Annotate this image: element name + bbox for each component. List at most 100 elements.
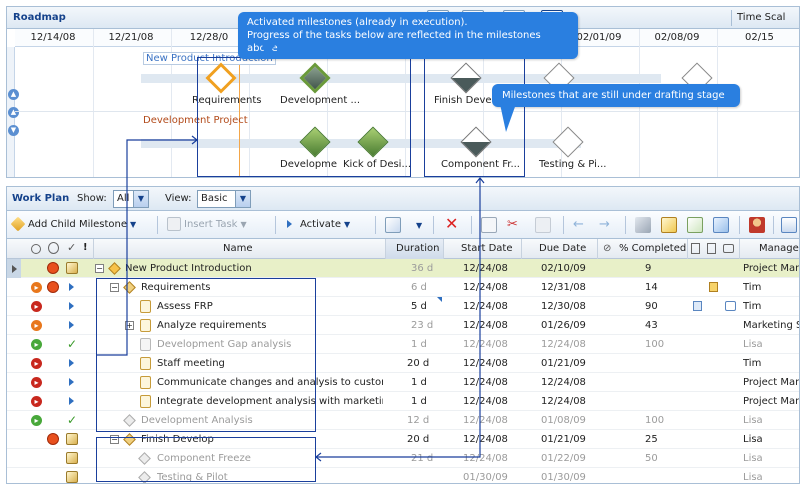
- percent-cell[interactable]: 9: [645, 263, 651, 274]
- column-due-date[interactable]: Due Date: [539, 243, 586, 254]
- start-date-cell[interactable]: 12/24/08: [463, 301, 508, 312]
- outdent-icon[interactable]: ←: [573, 217, 589, 233]
- assign-resource-icon[interactable]: [749, 217, 765, 233]
- task-name[interactable]: New Product Introduction: [125, 263, 252, 274]
- percent-cell[interactable]: 100: [645, 415, 664, 426]
- manager-cell[interactable]: Project Mana: [743, 377, 799, 388]
- start-date-cell[interactable]: 12/24/08: [463, 434, 508, 445]
- priority-column-icon[interactable]: !: [83, 242, 88, 253]
- add-attachment-icon[interactable]: [687, 217, 703, 233]
- due-date-cell[interactable]: 01/08/09: [541, 415, 586, 426]
- duration-cell[interactable]: 36 d: [411, 263, 433, 274]
- insert-task-button[interactable]: Insert Task ▼: [167, 216, 247, 234]
- document-column-icon[interactable]: [691, 243, 700, 254]
- add-comment-icon[interactable]: [713, 217, 729, 233]
- milestone-testing-icon[interactable]: [552, 126, 584, 158]
- percent-cell[interactable]: 25: [645, 434, 658, 445]
- due-date-cell[interactable]: 12/24/08: [541, 339, 586, 350]
- start-date-cell[interactable]: 12/24/08: [463, 339, 508, 350]
- status-column-icon[interactable]: [31, 244, 41, 254]
- activate-button[interactable]: Activate ▼: [287, 216, 350, 234]
- duration-cell[interactable]: 12 d: [407, 415, 429, 426]
- manager-cell[interactable]: Project Mana: [743, 263, 799, 274]
- due-date-cell[interactable]: 01/21/09: [541, 358, 586, 369]
- assign-icon[interactable]: [385, 217, 401, 233]
- column-start-date[interactable]: Start Date: [461, 243, 513, 254]
- duration-cell[interactable]: 21 d: [411, 453, 433, 464]
- manager-cell[interactable]: Lisa: [743, 415, 763, 426]
- due-date-cell[interactable]: 12/30/08: [541, 301, 586, 312]
- due-date-cell[interactable]: 01/30/09: [541, 472, 586, 483]
- cut-icon[interactable]: ✂: [507, 217, 523, 233]
- paste-icon[interactable]: [535, 217, 551, 233]
- start-date-cell[interactable]: 12/24/08: [463, 282, 508, 293]
- duration-cell[interactable]: 6 d: [411, 282, 427, 293]
- start-date-cell[interactable]: 12/24/08: [463, 358, 508, 369]
- calendar-icon[interactable]: [781, 217, 797, 233]
- due-date-cell[interactable]: 12/24/08: [541, 377, 586, 388]
- indent-icon[interactable]: →: [599, 217, 615, 233]
- start-date-cell[interactable]: 12/24/08: [463, 415, 508, 426]
- percent-cell[interactable]: 14: [645, 282, 658, 293]
- start-date-cell[interactable]: 12/24/08: [463, 263, 508, 274]
- row-selector[interactable]: [7, 259, 21, 278]
- duration-cell[interactable]: 23 d: [411, 320, 433, 331]
- document-icon[interactable]: [693, 301, 702, 311]
- add-child-milestone-button[interactable]: Add Child Milestone ▼: [10, 216, 136, 234]
- due-date-cell[interactable]: 01/21/09: [541, 434, 586, 445]
- note-column-icon[interactable]: [707, 243, 716, 254]
- show-select[interactable]: All ▼: [113, 190, 149, 208]
- manager-cell[interactable]: Lisa: [743, 434, 763, 445]
- column-manager[interactable]: Manager: [759, 243, 799, 254]
- column-name[interactable]: Name: [223, 243, 253, 254]
- comment-icon[interactable]: [725, 301, 736, 311]
- manager-cell[interactable]: Marketing St: [743, 320, 799, 331]
- due-date-cell[interactable]: 12/24/08: [541, 396, 586, 407]
- time-scale-label[interactable]: Time Scal: [737, 12, 785, 23]
- due-date-cell[interactable]: 12/31/08: [541, 282, 586, 293]
- duration-cell[interactable]: 20 d: [407, 434, 429, 445]
- duration-cell[interactable]: 1 d: [411, 396, 427, 407]
- manager-cell[interactable]: Lisa: [743, 453, 763, 464]
- start-date-cell[interactable]: 12/24/08: [463, 396, 508, 407]
- duration-cell[interactable]: 20 d: [407, 358, 429, 369]
- manager-cell[interactable]: Tim: [743, 282, 761, 293]
- manager-cell[interactable]: Lisa: [743, 339, 763, 350]
- chevron-down-icon[interactable]: ▼: [133, 191, 148, 207]
- manager-cell[interactable]: Tim: [743, 358, 761, 369]
- table-row[interactable]: − New Product Introduction 36 d 12/24/08…: [7, 259, 799, 278]
- link-icon[interactable]: [635, 217, 651, 233]
- manager-cell[interactable]: Tim: [743, 301, 761, 312]
- paperclip-icon[interactable]: ⊘: [603, 243, 611, 254]
- collapse-icon[interactable]: −: [95, 264, 104, 273]
- chevron-down-icon[interactable]: ▼: [416, 221, 422, 230]
- collapse-icon[interactable]: ▲: [8, 107, 19, 118]
- due-date-cell[interactable]: 01/26/09: [541, 320, 586, 331]
- note-icon[interactable]: [709, 282, 718, 292]
- duration-cell[interactable]: 1 d: [411, 339, 427, 350]
- duration-cell[interactable]: 5 d: [411, 301, 427, 312]
- percent-cell[interactable]: 100: [645, 339, 664, 350]
- percent-cell[interactable]: 90: [645, 301, 658, 312]
- percent-cell[interactable]: 43: [645, 320, 658, 331]
- due-date-cell[interactable]: 02/10/09: [541, 263, 586, 274]
- column-percent-completed[interactable]: % Completed: [619, 243, 686, 254]
- scroll-up-icon[interactable]: ▲: [8, 89, 19, 100]
- chevron-down-icon[interactable]: ▼: [235, 191, 250, 207]
- manager-cell[interactable]: Project Mana: [743, 396, 799, 407]
- scroll-down-icon[interactable]: ▼: [8, 125, 19, 136]
- start-date-cell[interactable]: 12/24/08: [463, 320, 508, 331]
- copy-icon[interactable]: [481, 217, 497, 233]
- delete-icon[interactable]: ✕: [445, 216, 461, 233]
- add-note-icon[interactable]: [661, 217, 677, 233]
- alarm-column-icon[interactable]: [48, 242, 59, 254]
- start-date-cell[interactable]: 01/30/09: [463, 472, 508, 483]
- duration-cell[interactable]: 1 d: [411, 377, 427, 388]
- check-column-icon[interactable]: ✓: [67, 241, 76, 254]
- start-date-cell[interactable]: 12/24/08: [463, 453, 508, 464]
- percent-cell[interactable]: 50: [645, 453, 658, 464]
- column-duration[interactable]: Duration: [396, 243, 439, 254]
- due-date-cell[interactable]: 01/22/09: [541, 453, 586, 464]
- comment-column-icon[interactable]: [723, 244, 734, 253]
- manager-cell[interactable]: Lisa: [743, 472, 763, 483]
